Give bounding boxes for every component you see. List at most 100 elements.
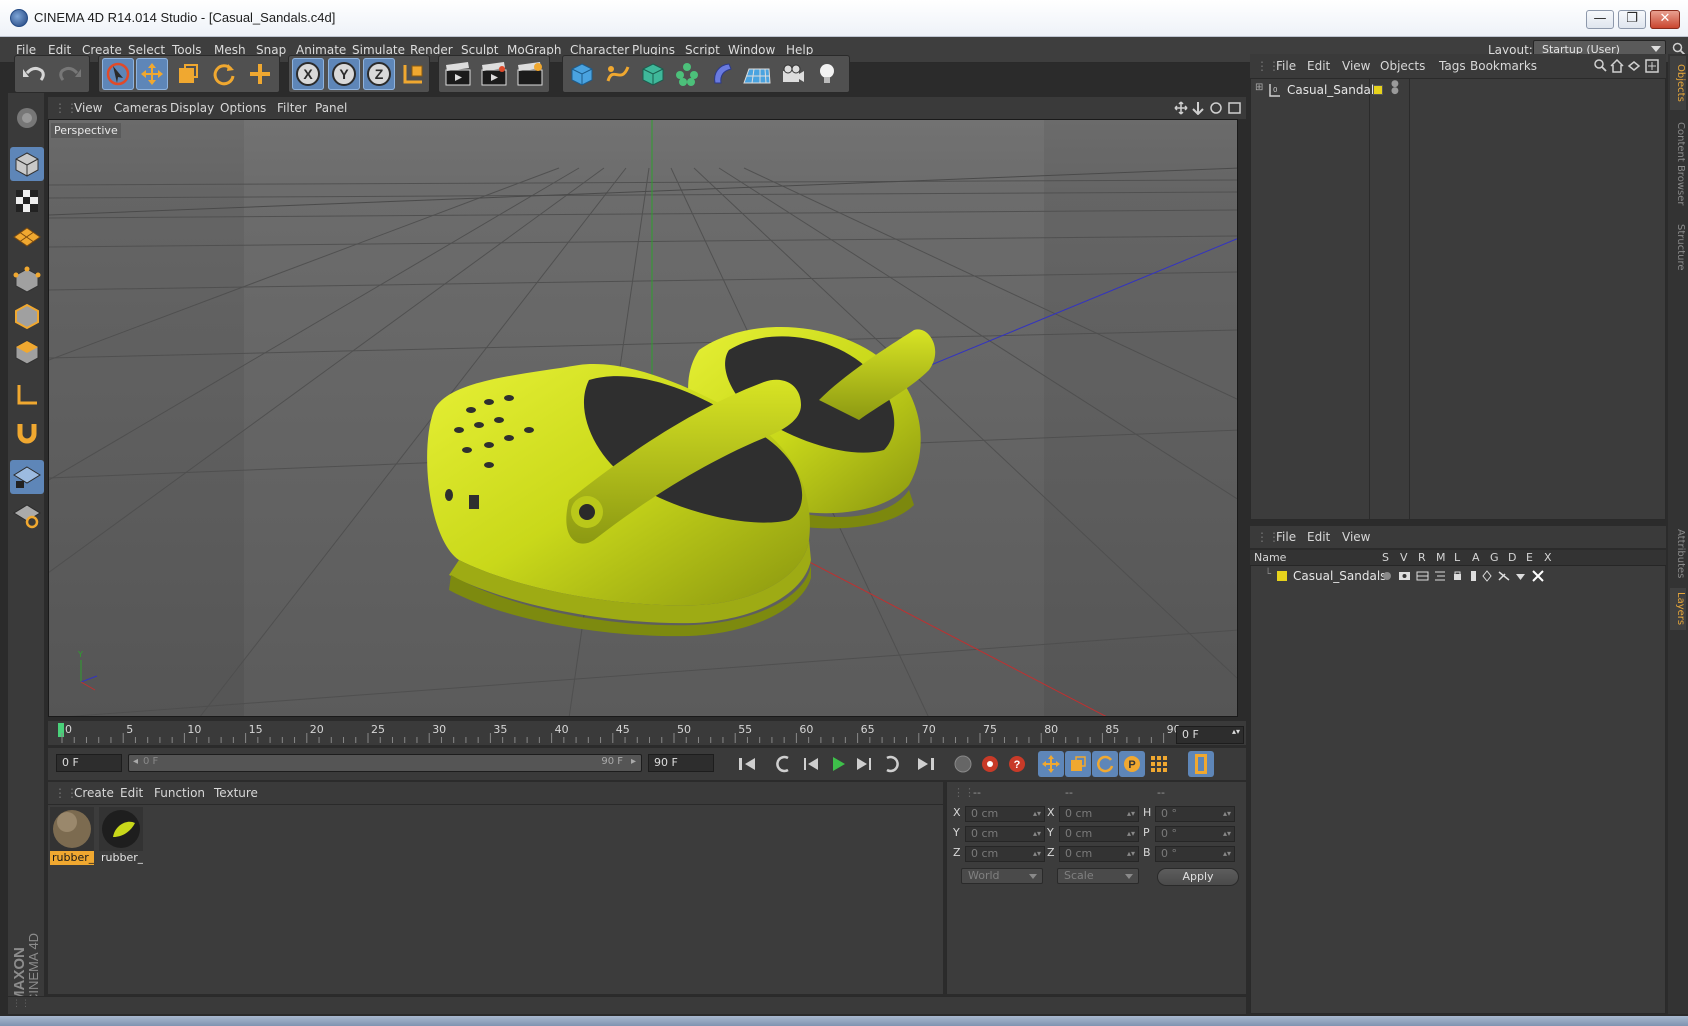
previous-key-button[interactable] [771, 751, 797, 777]
rot-h-field[interactable]: 0 ° ▴▾ [1155, 806, 1235, 822]
close-button[interactable]: ✕ [1650, 10, 1680, 29]
column-deformers[interactable]: D [1508, 551, 1516, 564]
column-xref[interactable]: X [1544, 551, 1552, 564]
scale-tool-button[interactable] [172, 58, 204, 90]
column-locked[interactable]: L [1454, 551, 1460, 564]
apply-button[interactable]: Apply [1157, 868, 1239, 886]
record-keys-button[interactable] [950, 751, 976, 777]
keyframe-selection-button[interactable]: ? [1004, 751, 1030, 777]
tab-layers[interactable]: Layers [1670, 588, 1686, 630]
object-row[interactable]: ⊞ 0 Casual_Sandals ● ● [1251, 80, 1665, 99]
object-manager-nav-icons[interactable] [1594, 59, 1664, 73]
spinner-arrows-icon[interactable]: ▴▾ [1127, 847, 1135, 861]
timeline-ruler[interactable]: 0 5 10 15 20 25 30 35 40 45 50 55 60 65 70 75 80 85 90 [48, 721, 1246, 745]
rot-p-field[interactable]: 0 ° ▴▾ [1155, 826, 1235, 842]
spinner-arrows-icon[interactable]: ▴▾ [1127, 827, 1135, 841]
material-swatch[interactable]: rubber_ [50, 807, 94, 867]
layer-flag-icons[interactable] [1379, 569, 1559, 583]
spinner-arrows-icon[interactable]: ▴▾ [1223, 847, 1231, 861]
x-axis-lock-button[interactable]: X [292, 58, 324, 90]
spinner-arrows-icon[interactable]: ▴▾ [1033, 827, 1041, 841]
next-frame-button[interactable] [851, 751, 877, 777]
column-generators[interactable]: G [1490, 551, 1499, 564]
environment-floor-button[interactable] [741, 58, 773, 90]
key-parameter-button[interactable]: P [1119, 751, 1145, 777]
viewport-menu-options[interactable]: Options [220, 101, 266, 115]
spinner-arrows-icon[interactable]: ▴▾ [1232, 727, 1240, 736]
playhead[interactable] [58, 723, 64, 737]
undo-button[interactable] [18, 58, 50, 90]
render-picture-viewer-button[interactable] [478, 58, 510, 90]
layer-menu-file[interactable]: File [1276, 530, 1296, 544]
column-expressions[interactable]: E [1526, 551, 1533, 564]
coordinate-tool-button[interactable] [244, 58, 276, 90]
maximize-button[interactable]: ❐ [1618, 10, 1646, 29]
layer-menu-edit[interactable]: Edit [1307, 530, 1330, 544]
tab-attributes[interactable]: Attributes [1670, 524, 1686, 584]
live-selection-button[interactable] [102, 58, 134, 90]
tab-structure[interactable]: Structure [1670, 218, 1686, 276]
polygons-mode-button[interactable] [10, 335, 44, 369]
layer-menu-view[interactable]: View [1342, 530, 1370, 544]
pos-z-field[interactable]: 0 cm ▴▾ [965, 846, 1045, 862]
tweak-mode-button[interactable] [10, 416, 44, 450]
key-pla-button[interactable] [1146, 751, 1172, 777]
move-tool-button[interactable] [136, 58, 168, 90]
material-swatch[interactable]: rubber_ [99, 807, 143, 867]
drag-handle-icon[interactable]: ⋮⋮ [953, 786, 975, 799]
workplane-mode-button[interactable] [10, 220, 44, 254]
go-to-start-button[interactable] [734, 751, 760, 777]
viewport-menu-view[interactable]: View [74, 101, 102, 115]
coordinate-space-dropdown[interactable]: World [961, 868, 1043, 884]
object-menu-edit[interactable]: Edit [1307, 59, 1330, 73]
model-tool-button[interactable] [10, 101, 44, 135]
material-menu-texture[interactable]: Texture [214, 786, 258, 800]
material-menu-edit[interactable]: Edit [120, 786, 143, 800]
workplane-snap-button[interactable] [10, 498, 44, 532]
tab-content-browser[interactable]: Content Browser [1670, 114, 1686, 214]
spinner-arrows-icon[interactable]: ▴▾ [1223, 807, 1231, 821]
rot-b-field[interactable]: 0 ° ▴▾ [1155, 846, 1235, 862]
size-mode-dropdown[interactable]: Scale [1057, 868, 1139, 884]
object-menu-view[interactable]: View [1342, 59, 1370, 73]
timeline-window-button[interactable] [1188, 751, 1214, 777]
max-frame-field[interactable]: 90 F [648, 754, 714, 772]
pos-y-field[interactable]: 0 cm ▴▾ [965, 826, 1045, 842]
column-manager[interactable]: M [1436, 551, 1446, 564]
column-view[interactable]: V [1400, 551, 1408, 564]
key-rotation-button[interactable] [1092, 751, 1118, 777]
snap-enable-button[interactable] [10, 460, 44, 494]
key-scale-button[interactable] [1065, 751, 1091, 777]
render-view-button[interactable] [442, 58, 474, 90]
spinner-arrows-icon[interactable]: ▴▾ [1223, 827, 1231, 841]
size-x-field[interactable]: 0 cm ▴▾ [1059, 806, 1139, 822]
layer-color-swatch[interactable] [1277, 571, 1287, 581]
camera-button[interactable] [777, 58, 809, 90]
visibility-dots-icon[interactable]: ● ● [1391, 80, 1399, 96]
column-solo[interactable]: S [1382, 551, 1389, 564]
cube-primitive-button[interactable] [566, 58, 598, 90]
pos-x-field[interactable]: 0 cm ▴▾ [965, 806, 1045, 822]
spinner-arrows-icon[interactable]: ▴▾ [1033, 807, 1041, 821]
layer-row[interactable]: └ Casual_Sandals [1251, 568, 1665, 584]
viewport-menu-panel[interactable]: Panel [315, 101, 347, 115]
column-render[interactable]: R [1418, 551, 1426, 564]
render-settings-button[interactable] [514, 58, 546, 90]
go-to-end-button[interactable] [913, 751, 939, 777]
size-z-field[interactable]: 0 cm ▴▾ [1059, 846, 1139, 862]
layer-color-tag[interactable] [1373, 85, 1383, 95]
nurbs-button[interactable] [637, 58, 669, 90]
current-frame-field[interactable]: 0 F [56, 754, 122, 772]
key-position-button[interactable] [1038, 751, 1064, 777]
material-menu-function[interactable]: Function [154, 786, 205, 800]
deformer-button[interactable] [706, 58, 738, 90]
object-menu-file[interactable]: File [1276, 59, 1296, 73]
timeline-frame-field[interactable]: 0 F ▴▾ [1176, 726, 1244, 744]
coordinate-system-button[interactable] [397, 58, 429, 90]
y-axis-lock-button[interactable]: Y [328, 58, 360, 90]
spline-button[interactable] [602, 58, 634, 90]
viewport-navigation-icons[interactable] [1174, 101, 1242, 115]
viewport-menu-display[interactable]: Display [170, 101, 214, 115]
frame-range-slider[interactable]: ◂ 0 F 90 F ▸ [128, 754, 642, 772]
autokey-button[interactable] [977, 751, 1003, 777]
